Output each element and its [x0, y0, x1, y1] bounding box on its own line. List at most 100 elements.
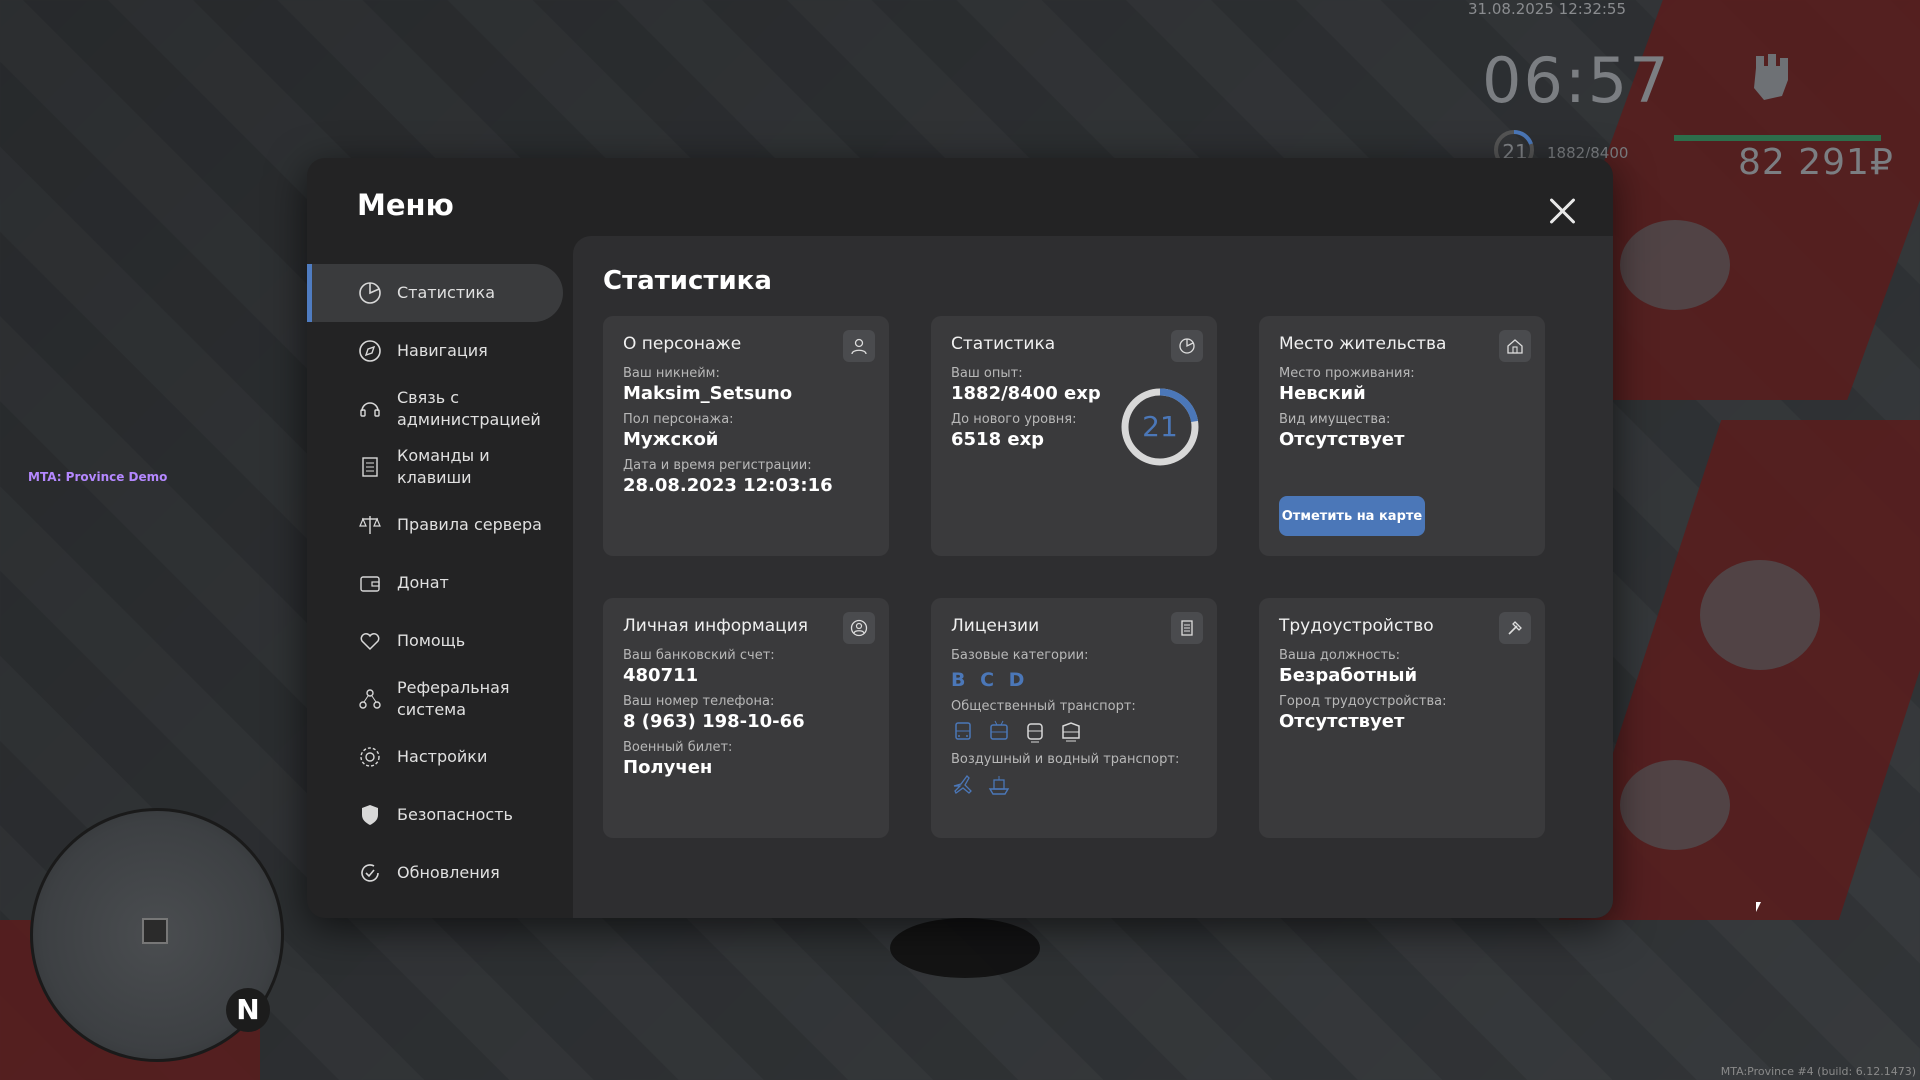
base-categories-label: Базовые категории: [951, 648, 1089, 663]
military-label: Военный билет: [623, 740, 733, 755]
sidebar-item-rules[interactable]: Правила сервера [307, 496, 569, 554]
sidebar-item-help[interactable]: Помощь [307, 612, 569, 670]
shield-icon [362, 805, 378, 825]
menu-title: Меню [357, 188, 454, 222]
sidebar-item-commands[interactable]: Команды и клавиши [307, 438, 569, 496]
bank-label: Ваш банковский счет: [623, 648, 775, 663]
document-list-icon [362, 457, 378, 477]
sidebar: Статистика Навигация Связь с администрац… [307, 264, 569, 902]
sidebar-item-admin-contact[interactable]: Связь с администрацией [307, 380, 569, 438]
bus-icon [955, 722, 971, 740]
nickname-label: Ваш никнейм: [623, 366, 720, 381]
close-button[interactable] [1545, 194, 1579, 228]
hud-health-bar [1674, 135, 1881, 141]
air-water-icons [951, 773, 1197, 797]
statistics-card: Статистика Ваш опыт: 1882/8400 exp До но… [931, 316, 1217, 556]
house-icon [1499, 330, 1531, 362]
sidebar-item-label: Донат [397, 573, 449, 592]
page-title: Статистика [603, 266, 772, 296]
compass-icon [359, 340, 381, 362]
card-title: Трудоустройство [1279, 616, 1434, 636]
trolleybus-icon [990, 720, 1008, 740]
sidebar-item-label: Обновления [397, 863, 500, 882]
base-categories-value: B C D [951, 669, 1029, 691]
gender-value: Мужской [623, 429, 719, 450]
tram-icon [1027, 723, 1043, 743]
level-number: 21 [1142, 410, 1178, 443]
phone-label: Ваш номер телефона: [623, 694, 775, 709]
phone-value: 8 (963) 198-10-66 [623, 711, 805, 732]
level-progress-ring: 21 [1121, 388, 1199, 466]
card-title: Лицензии [951, 616, 1040, 636]
sidebar-item-security[interactable]: Безопасность [307, 786, 569, 844]
residence-place-value: Невский [1279, 383, 1366, 404]
fist-icon [1754, 54, 1788, 100]
content-panel: Статистика О персонаже Ваш никнейм: Maks… [573, 236, 1613, 918]
boat-icon [988, 776, 1010, 795]
sidebar-item-navigation[interactable]: Навигация [307, 322, 569, 380]
user-circle-icon [843, 612, 875, 644]
nickname-value: Maksim_Setsuno [623, 383, 793, 404]
background-character-feet [890, 918, 1040, 978]
sidebar-item-label: Настройки [397, 747, 488, 766]
registration-value: 28.08.2023 12:03:16 [623, 475, 833, 496]
gender-label: Пол персонажа: [623, 412, 734, 427]
character-card: О персонаже Ваш никнейм: Maksim_Setsuno … [603, 316, 889, 556]
property-label: Вид имущества: [1279, 412, 1391, 427]
main-menu: Меню Статистика Навигация Связь с админи… [307, 158, 1613, 918]
job-city-label: Город трудоустройства: [1279, 694, 1447, 709]
hud-clock: 06:57 [1482, 44, 1671, 117]
position-label: Ваша должность: [1279, 648, 1401, 663]
build-info: MTA:Province #4 (build: 6.12.1473) [1720, 1065, 1916, 1078]
sidebar-item-label: Навигация [397, 341, 488, 360]
headset-icon [360, 402, 380, 417]
sidebar-item-label: Связь с администрацией [397, 388, 541, 429]
background-tree-3 [1620, 760, 1730, 850]
wallet-icon [360, 576, 380, 592]
background-tree-1 [1620, 220, 1730, 310]
residence-place-label: Место проживания: [1279, 366, 1415, 381]
heart-hand-icon [360, 633, 380, 651]
sidebar-item-updates[interactable]: Обновления [307, 844, 569, 902]
refresh-check-icon [361, 864, 379, 882]
airplane-icon [953, 775, 972, 794]
background-tree-2 [1700, 560, 1820, 670]
gear-icon [360, 747, 380, 767]
people-network-icon [359, 689, 381, 709]
public-transport-label: Общественный транспорт: [951, 699, 1136, 714]
card-title: Личная информация [623, 616, 809, 636]
mouse-cursor [1756, 902, 1761, 912]
compass-north: N [226, 988, 270, 1032]
air-water-label: Воздушный и водный транспорт: [951, 752, 1180, 767]
scales-icon [359, 516, 381, 534]
employment-card: Трудоустройство Ваша должность: Безработ… [1259, 598, 1545, 838]
licenses-card: Лицензии Базовые категории: B C D Общест… [931, 598, 1217, 838]
sidebar-item-statistics[interactable]: Статистика [307, 264, 563, 322]
residence-card: Место жительства Место проживания: Невск… [1259, 316, 1545, 556]
sidebar-item-settings[interactable]: Настройки [307, 728, 569, 786]
license-document-icon [1171, 612, 1203, 644]
property-value: Отсутствует [1279, 429, 1405, 450]
card-title: О персонаже [623, 334, 742, 354]
hud-datetime: 31.08.2025 12:32:55 [1468, 0, 1627, 18]
mark-on-map-button[interactable]: Отметить на карте [1279, 496, 1425, 536]
sidebar-item-label: Команды и клавиши [397, 446, 490, 487]
user-icon [843, 330, 875, 362]
radar-blip-icon [142, 918, 168, 944]
bank-value: 480711 [623, 665, 699, 686]
public-transport-icons [951, 720, 1197, 744]
exp-label: Ваш опыт: [951, 366, 1023, 381]
sidebar-item-referral[interactable]: Реферальная система [307, 670, 569, 728]
sidebar-item-donate[interactable]: Донат [307, 554, 569, 612]
job-city-value: Отсутствует [1279, 711, 1405, 732]
military-value: Получен [623, 757, 713, 778]
sidebar-item-label: Правила сервера [397, 515, 542, 534]
pie-chart-icon [359, 282, 381, 304]
sidebar-item-label: Помощь [397, 631, 466, 650]
card-title: Место жительства [1279, 334, 1447, 354]
hud-money: 82 291₽ [1738, 142, 1894, 183]
personal-info-card: Личная информация Ваш банковский счет: 4… [603, 598, 889, 838]
card-title: Статистика [951, 334, 1056, 354]
pie-chart-icon [1171, 330, 1203, 362]
registration-label: Дата и время регистрации: [623, 458, 812, 473]
